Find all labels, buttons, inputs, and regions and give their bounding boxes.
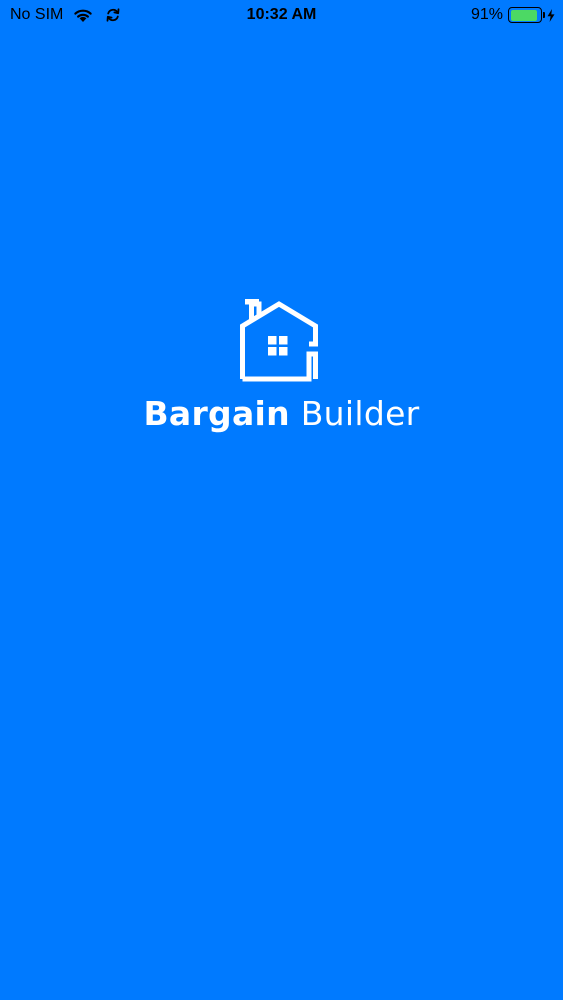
brand-word-builder: Builder xyxy=(300,394,420,433)
battery-percent: 91% xyxy=(470,6,503,23)
splash-logo-block: Bargain Builder xyxy=(0,296,563,433)
charging-bolt-icon xyxy=(547,8,555,22)
status-bar-right: 91% xyxy=(471,6,555,24)
status-bar: No SIM 10:32 AM 91% xyxy=(0,0,563,32)
battery-fill xyxy=(510,9,537,21)
house-logo-icon xyxy=(239,299,318,382)
battery-icon xyxy=(508,7,545,23)
brand-word-bargain: Bargain xyxy=(143,394,290,433)
brand-name: Bargain Builder xyxy=(143,394,419,433)
